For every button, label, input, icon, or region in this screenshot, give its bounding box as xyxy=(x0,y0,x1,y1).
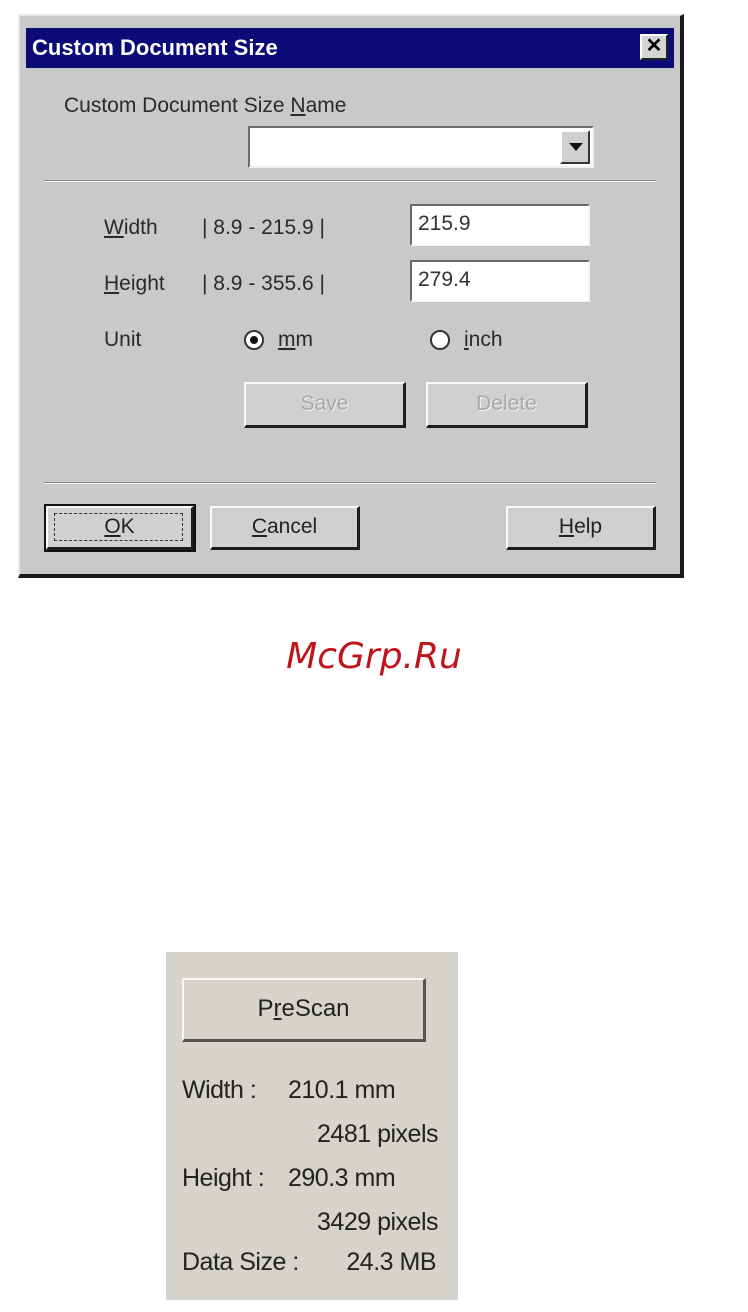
width-label: Width xyxy=(104,216,158,239)
scan-height-label: Height : xyxy=(182,1164,265,1192)
data-size-value: 24.3 MB xyxy=(346,1248,436,1276)
watermark: McGrp.Ru xyxy=(286,636,462,677)
document-size-name-combo[interactable] xyxy=(248,126,594,168)
unit-mm-label[interactable]: mm xyxy=(278,328,313,352)
data-size-label: Data Size : xyxy=(182,1248,299,1276)
divider-bottom xyxy=(44,482,656,484)
height-range: | 8.9 - 355.6 | xyxy=(202,272,325,295)
unit-inch-label[interactable]: inch xyxy=(464,328,503,352)
save-button[interactable]: Save xyxy=(244,382,406,428)
width-input[interactable]: 215.9 xyxy=(410,204,590,246)
focus-rectangle xyxy=(54,513,183,541)
unit-label: Unit xyxy=(104,328,142,351)
chevron-down-icon[interactable] xyxy=(560,130,590,164)
document-size-name-label: Custom Document Size Name xyxy=(64,94,347,117)
close-button[interactable]: ✕ xyxy=(640,34,668,60)
help-button[interactable]: Help xyxy=(506,506,656,550)
title-bar: Custom Document Size ✕ xyxy=(26,28,674,68)
unit-inch-radio[interactable] xyxy=(430,330,450,350)
cancel-button[interactable]: Cancel xyxy=(210,506,360,550)
radio-selected-dot xyxy=(250,336,258,344)
scan-width-label: Width : xyxy=(182,1076,257,1104)
dialog-title: Custom Document Size xyxy=(32,35,278,60)
scan-height-mm: 290.3 mm xyxy=(288,1164,396,1192)
scan-height-pixels: 3429 pixels xyxy=(317,1208,438,1236)
close-icon: ✕ xyxy=(645,35,663,57)
delete-button[interactable]: Delete xyxy=(426,382,588,428)
divider-top xyxy=(44,180,656,182)
prescan-panel: PreScan Width : 210.1 mm 2481 pixels Hei… xyxy=(166,952,458,1300)
unit-mm-radio[interactable] xyxy=(244,330,264,350)
custom-document-size-dialog: Custom Document Size ✕ Custom Document S… xyxy=(18,14,684,578)
height-label: Height xyxy=(104,272,165,295)
width-range: | 8.9 - 215.9 | xyxy=(202,216,325,239)
ok-button[interactable]: OK xyxy=(44,504,196,552)
scan-width-pixels: 2481 pixels xyxy=(317,1120,438,1148)
height-input[interactable]: 279.4 xyxy=(410,260,590,302)
prescan-button[interactable]: PreScan xyxy=(182,978,426,1042)
scan-width-mm: 210.1 mm xyxy=(288,1076,396,1104)
